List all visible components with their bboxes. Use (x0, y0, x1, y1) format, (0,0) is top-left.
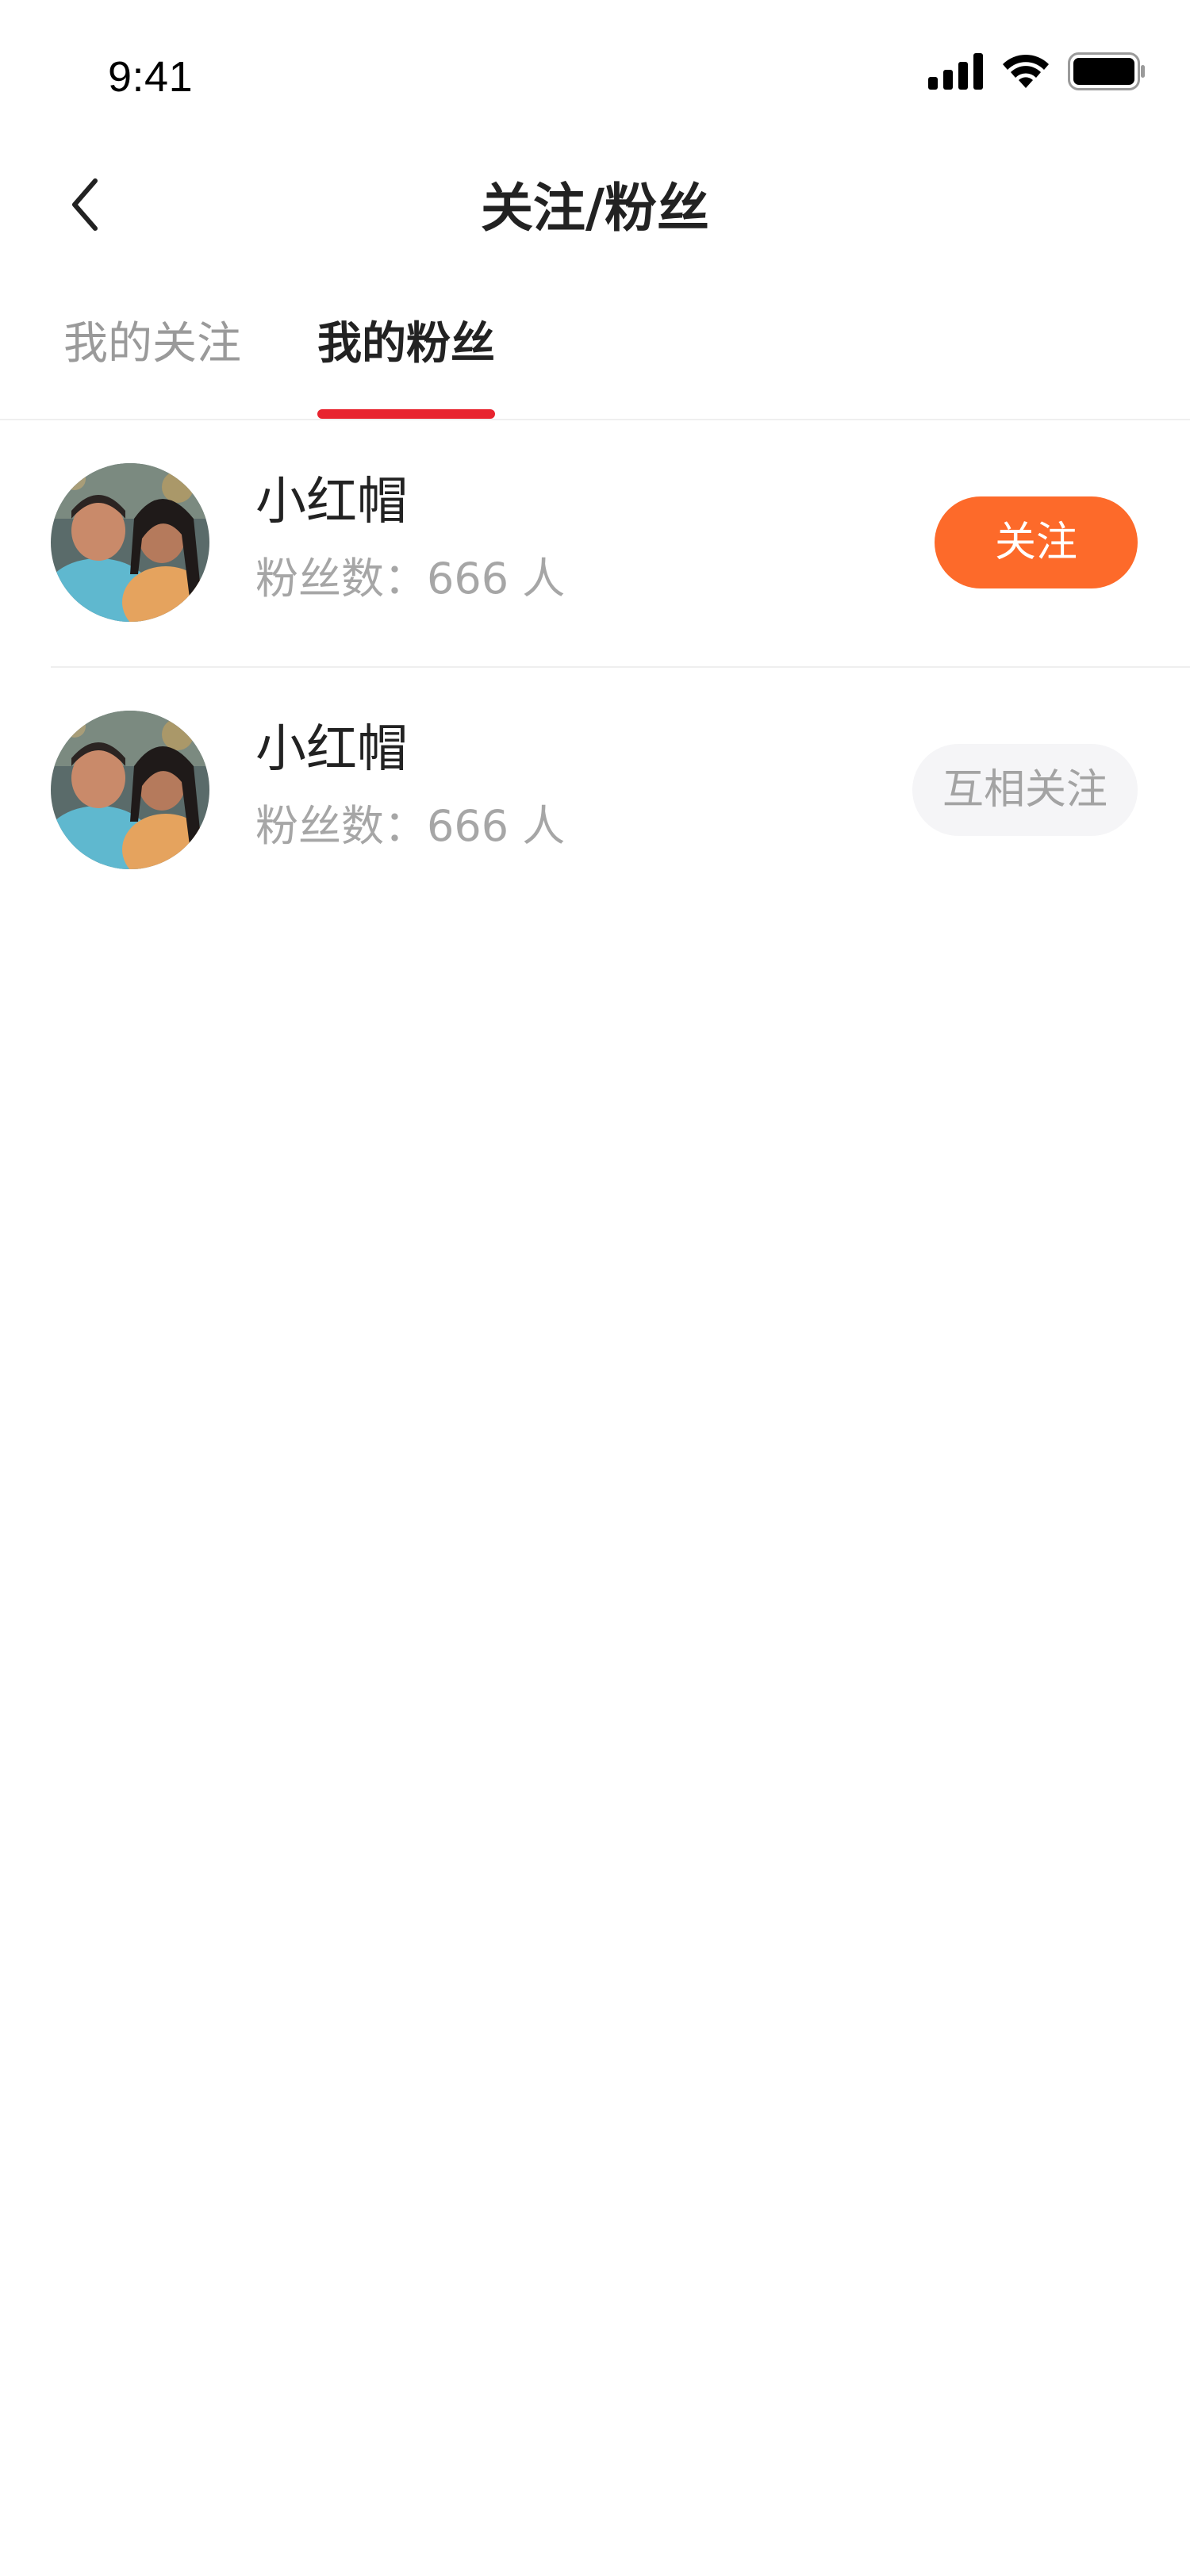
user-fans-count: 粉丝数：666 人 (255, 554, 566, 604)
active-tab-indicator (317, 409, 495, 419)
user-name: 小红帽 (255, 720, 408, 779)
user-name: 小红帽 (255, 473, 408, 531)
nav-bar: 关注/粉丝 (0, 151, 1190, 270)
fans-list: 小红帽 粉丝数：666 人 关注 小红帽 粉丝数：666 人 互相关注 (0, 420, 1190, 915)
page-title: 关注/粉丝 (480, 178, 710, 239)
battery-icon (1068, 52, 1146, 94)
user-fans-count: 粉丝数：666 人 (255, 801, 566, 851)
list-item[interactable]: 小红帽 粉丝数：666 人 互相关注 (0, 668, 1190, 915)
wifi-icon (1001, 53, 1050, 93)
tab-my-fans[interactable]: 我的粉丝 (317, 312, 495, 376)
list-item[interactable]: 小红帽 粉丝数：666 人 关注 (0, 420, 1190, 668)
status-icons (928, 51, 1146, 95)
tab-my-following[interactable]: 我的关注 (63, 312, 241, 376)
cellular-signal-icon (928, 53, 984, 93)
avatar[interactable] (51, 711, 209, 869)
tab-bar: 我的关注 我的粉丝 (0, 301, 1190, 420)
status-time: 9:41 (108, 53, 194, 101)
status-bar: 9:41 (0, 0, 1190, 151)
follow-button[interactable]: 关注 (935, 496, 1138, 588)
mutual-follow-button[interactable]: 互相关注 (912, 744, 1138, 836)
avatar[interactable] (51, 463, 209, 622)
